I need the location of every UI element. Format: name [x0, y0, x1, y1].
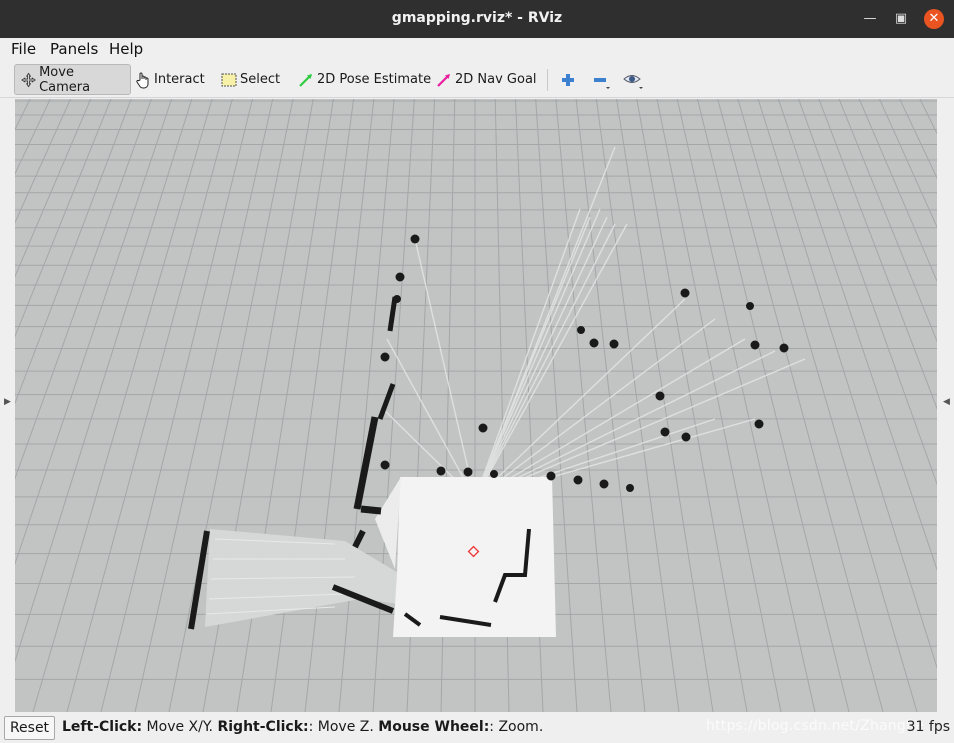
nav-goal-button[interactable]: 2D Nav Goal [436, 64, 537, 95]
interact-button[interactable]: Interact [135, 64, 205, 95]
select-icon [221, 73, 237, 86]
hint-text: Left-Click: Move X/Y. Right-Click:: Move… [62, 719, 543, 735]
expand-right-icon: ◀ [943, 397, 950, 407]
interact-label: Interact [154, 72, 205, 87]
right-click-action: : Move Z. [308, 719, 379, 735]
goal-arrow-icon [437, 73, 450, 87]
select-label: Select [240, 72, 281, 87]
minus-icon[interactable] [590, 70, 612, 90]
left-panel-handle[interactable]: ▶ [0, 99, 15, 712]
expand-left-icon: ▶ [4, 397, 11, 407]
plus-icon[interactable] [557, 70, 579, 90]
map-view [15, 99, 937, 712]
minimize-icon[interactable]: — [860, 9, 880, 29]
wheel-action: : Zoom. [489, 719, 544, 735]
free-space [393, 477, 556, 637]
toolbar: Move Camera Interact Select 2D Pose Esti… [0, 60, 954, 98]
toolbar-separator [547, 69, 548, 91]
menu-bar: File Panels Help [0, 38, 954, 60]
window-title: gmapping.rviz* - RViz [391, 10, 563, 26]
move-camera-icon [21, 72, 36, 87]
right-click-label: Right-Click: [217, 719, 309, 735]
move-camera-label: Move Camera [39, 64, 91, 95]
right-panel-handle[interactable]: ◀ [939, 99, 954, 712]
pose-estimate-label: 2D Pose Estimate [317, 72, 432, 87]
move-camera-button[interactable]: Move Camera [14, 64, 131, 95]
nav-goal-label: 2D Nav Goal [455, 72, 537, 87]
hand-icon [136, 72, 149, 88]
title-bar: gmapping.rviz* - RViz — ▣ ✕ [0, 0, 954, 38]
menu-help[interactable]: Help [109, 40, 143, 58]
eye-icon[interactable] [622, 70, 644, 90]
pose-arrow-icon [299, 73, 312, 87]
maximize-icon[interactable]: ▣ [891, 9, 911, 29]
render-viewport[interactable] [15, 99, 937, 712]
left-click-action: Move X/Y. [142, 719, 218, 735]
pose-estimate-button[interactable]: 2D Pose Estimate [298, 64, 431, 95]
menu-panels[interactable]: Panels [50, 40, 98, 58]
menu-file[interactable]: File [11, 40, 36, 58]
reset-button[interactable]: Reset [4, 716, 55, 740]
status-bar: Reset Left-Click: Move X/Y. Right-Click:… [0, 712, 954, 743]
watermark: https://blog.csdn.net/ZhangRe [706, 718, 925, 734]
fps-counter: 31 fps [906, 719, 950, 735]
left-click-label: Left-Click: [62, 719, 143, 735]
wheel-label: Mouse Wheel: [378, 719, 490, 735]
select-button[interactable]: Select [221, 64, 280, 95]
close-icon[interactable]: ✕ [924, 9, 944, 29]
